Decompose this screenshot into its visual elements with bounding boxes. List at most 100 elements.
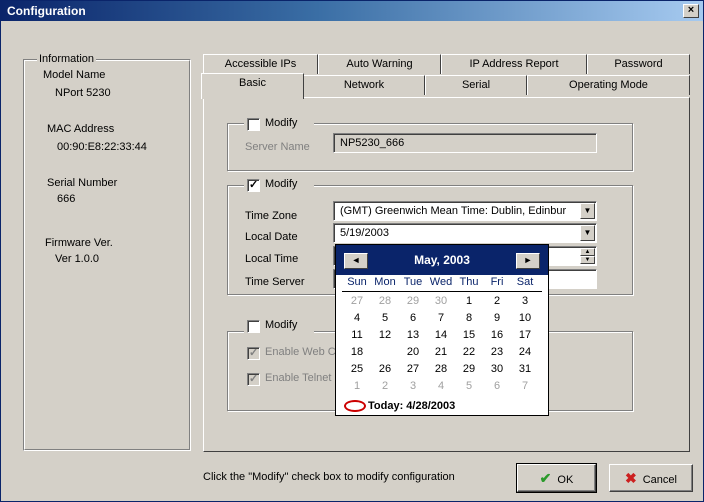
calendar-day[interactable]: 28 [371, 294, 399, 308]
date-picker-calendar: ◄ May, 2003 ► Sun Mon Tue Wed Thu Fri Sat 27 28… [335, 244, 549, 416]
tab-network[interactable]: Network [303, 75, 425, 95]
calendar-day[interactable]: 27 [399, 362, 427, 376]
calendar-day[interactable]: 17 [511, 328, 539, 342]
calendar-day[interactable]: 15 [455, 328, 483, 342]
calendar-header: ◄ May, 2003 ► [336, 245, 548, 275]
information-panel [23, 59, 191, 451]
calendar-day[interactable]: 13 [399, 328, 427, 342]
mac-address-label: MAC Address [47, 123, 115, 135]
serial-number-label: Serial Number [47, 177, 118, 189]
configuration-window: Configuration × Information Model Name N… [0, 0, 704, 502]
console-modify-label: Modify [265, 319, 298, 331]
information-heading: Information [37, 53, 97, 65]
calendar-day[interactable]: 5 [371, 311, 399, 325]
calendar-day[interactable]: 3 [511, 294, 539, 308]
title-bar: Configuration × [1, 1, 703, 21]
tab-accessible-ips[interactable]: Accessible IPs [203, 54, 318, 74]
enable-web-label: Enable Web C [265, 346, 336, 358]
weekday-header: Mon [374, 276, 396, 288]
calendar-day[interactable]: 31 [511, 362, 539, 376]
calendar-day[interactable]: 18 [343, 345, 371, 359]
chevron-down-icon[interactable]: ▼ [580, 203, 595, 219]
tab-password[interactable]: Password [587, 54, 690, 74]
today-link[interactable]: Today: 4/28/2003 [344, 399, 455, 413]
calendar-day[interactable]: 16 [483, 328, 511, 342]
mac-address-value: 00:90:E8:22:33:44 [57, 141, 147, 153]
calendar-day[interactable]: 29 [399, 294, 427, 308]
enable-telnet-label: Enable Telnet [265, 372, 332, 384]
calendar-day[interactable]: 11 [343, 328, 371, 342]
server-modify-checkbox[interactable] [247, 118, 260, 131]
local-date-value: 5/19/2003 [340, 227, 389, 239]
time-modify-checkbox[interactable]: ✓ [247, 179, 260, 192]
calendar-day[interactable]: 30 [427, 294, 455, 308]
firmware-value: Ver 1.0.0 [55, 253, 100, 265]
enable-telnet-checkbox[interactable]: ✓ [247, 373, 260, 386]
calendar-day[interactable]: 9 [483, 311, 511, 325]
checkmark-icon: ✔ [539, 470, 552, 486]
time-zone-select[interactable]: (GMT) Greenwich Mean Time: Dublin, Edinb… [333, 201, 597, 221]
calendar-day[interactable]: 27 [343, 294, 371, 308]
calendar-day[interactable]: 28 [427, 362, 455, 376]
today-circle-icon [344, 400, 366, 413]
weekday-header: Sat [516, 276, 534, 288]
calendar-day[interactable]: 20 [399, 345, 427, 359]
server-name-field[interactable]: NP5230_666 [333, 133, 597, 153]
cross-icon: ✖ [625, 470, 637, 486]
tab-basic[interactable]: Basic [201, 73, 304, 99]
close-icon[interactable]: × [683, 4, 699, 18]
calendar-day[interactable]: 5 [455, 379, 483, 393]
calendar-day[interactable]: 29 [455, 362, 483, 376]
weekday-header: Fri [490, 276, 504, 288]
console-modify-checkbox[interactable] [247, 320, 260, 333]
time-server-label: Time Server [245, 276, 305, 288]
calendar-day[interactable]: 7 [511, 379, 539, 393]
calendar-day[interactable]: 14 [427, 328, 455, 342]
serial-number-value: 666 [57, 193, 76, 205]
spin-up-icon[interactable]: ▲ [580, 248, 595, 256]
local-time-label: Local Time [245, 253, 299, 265]
calendar-day[interactable]: 1 [455, 294, 483, 308]
time-modify-label: Modify [265, 178, 298, 190]
calendar-day[interactable]: 4 [343, 311, 371, 325]
time-zone-value: (GMT) Greenwich Mean Time: Dublin, Edinb… [340, 205, 567, 217]
calendar-day[interactable]: 8 [455, 311, 483, 325]
local-date-picker[interactable]: 5/19/2003 ▼ [333, 223, 597, 243]
window-title: Configuration [7, 4, 86, 18]
calendar-day[interactable]: 21 [427, 345, 455, 359]
ok-label: OK [557, 474, 574, 486]
calendar-day[interactable]: 26 [371, 362, 399, 376]
calendar-day[interactable]: 6 [399, 311, 427, 325]
ok-button[interactable]: ✔ OK [516, 463, 597, 493]
calendar-day[interactable]: 3 [399, 379, 427, 393]
calendar-day[interactable]: 7 [427, 311, 455, 325]
calendar-day[interactable]: 4 [427, 379, 455, 393]
tab-ip-address-report[interactable]: IP Address Report [441, 54, 587, 74]
time-zone-label: Time Zone [245, 210, 298, 222]
enable-web-checkbox[interactable]: ✓ [247, 347, 260, 360]
server-name-label: Server Name [245, 141, 310, 153]
calendar-day[interactable]: 22 [455, 345, 483, 359]
calendar-day[interactable]: 30 [483, 362, 511, 376]
calendar-day[interactable]: 12 [371, 328, 399, 342]
tab-auto-warning[interactable]: Auto Warning [318, 54, 441, 74]
prev-month-icon[interactable]: ◄ [344, 253, 368, 269]
calendar-day[interactable]: 24 [511, 345, 539, 359]
firmware-label: Firmware Ver. [45, 237, 113, 249]
calendar-month-title[interactable]: May, 2003 [376, 245, 508, 275]
tab-operating-mode[interactable]: Operating Mode [527, 75, 690, 95]
spin-down-icon[interactable]: ▼ [580, 256, 595, 264]
calendar-day[interactable]: 2 [371, 379, 399, 393]
cancel-label: Cancel [642, 474, 677, 486]
next-month-icon[interactable]: ► [516, 253, 540, 269]
calendar-day-selected[interactable]: 19 [371, 345, 399, 359]
calendar-day[interactable]: 2 [483, 294, 511, 308]
calendar-day[interactable]: 25 [343, 362, 371, 376]
chevron-down-icon[interactable]: ▼ [580, 225, 595, 241]
calendar-day[interactable]: 1 [343, 379, 371, 393]
cancel-button[interactable]: ✖ Cancel [609, 464, 693, 492]
calendar-day[interactable]: 23 [483, 345, 511, 359]
calendar-day[interactable]: 10 [511, 311, 539, 325]
tab-serial[interactable]: Serial [425, 75, 527, 95]
calendar-day[interactable]: 6 [483, 379, 511, 393]
